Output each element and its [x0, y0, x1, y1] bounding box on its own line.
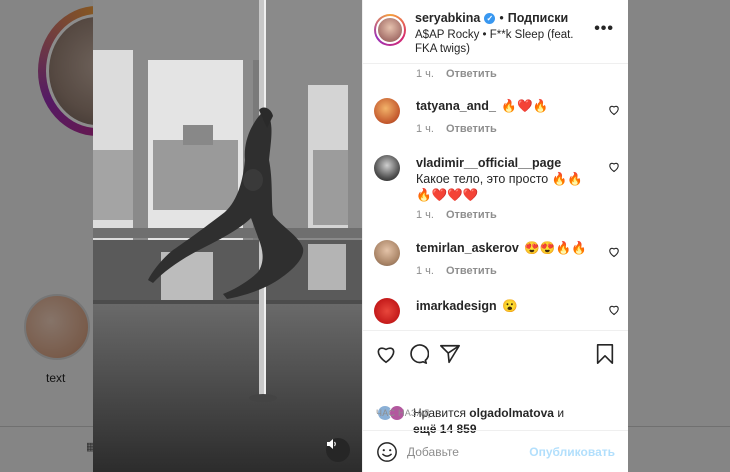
post-actions: Нравится olgadolmatova и ещё 14 859 — [363, 330, 628, 438]
comment-item: imarkadesign 😮 — [374, 298, 620, 328]
like-comment-heart-icon[interactable] — [608, 304, 620, 316]
comment-item: tatyana_and_ 🔥❤️🔥 1 ч. Ответить — [374, 98, 620, 148]
commenter-username[interactable]: vladimir__official__page — [416, 156, 561, 170]
comment-meta: 1 ч. Ответить — [416, 68, 497, 80]
comment-item: temirlan_askerov 😍😍🔥🔥 1 ч. Ответить — [374, 240, 620, 290]
commenter-username[interactable]: tatyana_and_ — [416, 99, 496, 113]
comments-list[interactable]: 1 ч. Ответить tatyana_and_ 🔥❤️🔥 1 ч. Отв… — [363, 64, 628, 330]
like-comment-heart-icon[interactable] — [608, 246, 620, 258]
commenter-avatar[interactable] — [374, 155, 400, 181]
comment-meta: 1 ч. Ответить — [416, 123, 497, 135]
verified-badge-icon: ✓ — [484, 12, 496, 24]
liker-username[interactable]: olgadolmatova — [469, 406, 554, 420]
comment-text: vladimir__official__page Какое тело, это… — [416, 156, 583, 202]
post-modal: seryabkina ✓ • Подписки A$AP Rocky • F**… — [93, 0, 628, 472]
reply-button[interactable]: Ответить — [446, 209, 497, 221]
follow-status-button[interactable]: Подписки — [508, 11, 569, 25]
commenter-username[interactable]: imarkadesign — [416, 299, 497, 313]
emoji-smiley-icon[interactable] — [376, 441, 398, 463]
comment-meta: 1 ч. Ответить — [416, 209, 497, 221]
commenter-username[interactable]: temirlan_askerov — [416, 241, 519, 255]
comment-time: 1 ч. — [416, 265, 434, 277]
comment-time: 1 ч. — [416, 123, 434, 135]
comment-text: imarkadesign 😮 — [416, 299, 518, 313]
video-frame — [93, 0, 362, 472]
post-timestamp[interactable]: ЧАС НАЗАД — [376, 408, 430, 418]
bookmark-save-icon[interactable] — [594, 343, 616, 365]
post-sidebar: seryabkina ✓ • Подписки A$AP Rocky • F**… — [362, 0, 628, 472]
like-heart-icon[interactable] — [375, 343, 397, 365]
sound-toggle-button[interactable] — [326, 438, 350, 462]
like-comment-heart-icon[interactable] — [608, 104, 620, 116]
author-username[interactable]: seryabkina — [415, 11, 480, 25]
comment-time: 1 ч. — [416, 68, 434, 80]
reply-button[interactable]: Ответить — [446, 123, 497, 135]
like-comment-heart-icon[interactable] — [608, 161, 620, 173]
comment-text: temirlan_askerov 😍😍🔥🔥 — [416, 241, 587, 255]
commenter-avatar[interactable] — [374, 98, 400, 124]
author-line: seryabkina ✓ • Подписки — [415, 11, 568, 25]
share-send-icon[interactable] — [439, 343, 461, 365]
commenter-avatar[interactable] — [374, 298, 400, 324]
header-separator: • — [499, 11, 504, 25]
post-video[interactable] — [93, 0, 362, 472]
post-header: seryabkina ✓ • Подписки A$AP Rocky • F**… — [363, 0, 628, 64]
comment-item: vladimir__official__page Какое тело, это… — [374, 155, 620, 225]
comment-bubble-icon[interactable] — [407, 343, 429, 365]
comment-meta: 1 ч. Ответить — [416, 265, 497, 277]
comment-input[interactable] — [407, 441, 527, 463]
comment-text: tatyana_and_ 🔥❤️🔥 — [416, 99, 549, 113]
commenter-avatar[interactable] — [374, 240, 400, 266]
publish-button[interactable]: Опубликовать — [529, 445, 615, 459]
author-avatar[interactable] — [374, 14, 406, 46]
reply-button[interactable]: Ответить — [446, 68, 497, 80]
reply-button[interactable]: Ответить — [446, 265, 497, 277]
audio-track-link[interactable]: A$AP Rocky • F**k Sleep (feat. FKA twigs… — [415, 28, 580, 56]
add-comment-bar: Опубликовать — [363, 430, 628, 472]
more-options-icon[interactable]: ••• — [594, 20, 614, 38]
speaker-icon — [327, 439, 336, 449]
comment-time: 1 ч. — [416, 209, 434, 221]
likes-conj: и — [557, 406, 565, 420]
